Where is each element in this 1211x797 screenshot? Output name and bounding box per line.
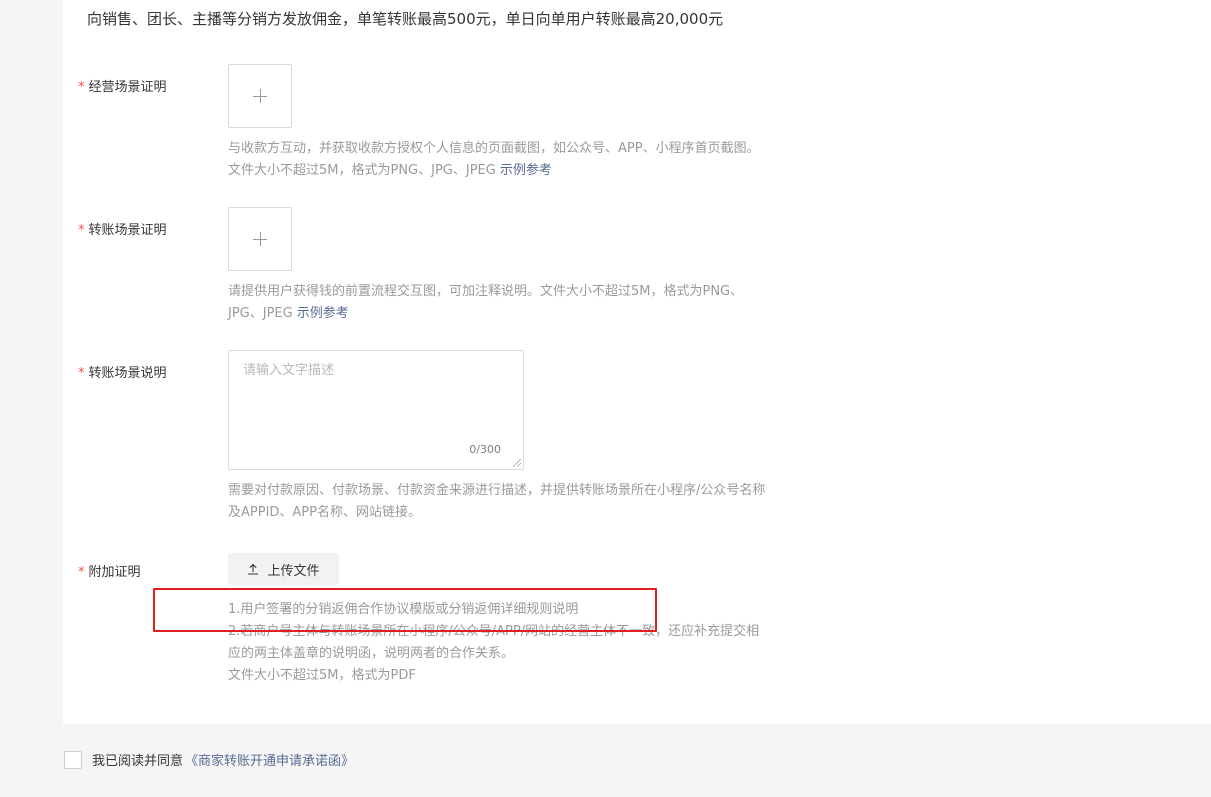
transfer-scene-proof-upload[interactable] [228, 207, 292, 271]
attachment-label: * 附加证明 [78, 565, 141, 580]
agreement-row: 我已阅读并同意 《商家转账开通申请承诺函》 [64, 750, 354, 769]
business-scene-hint: 与收款方互动，并获取收款方授权个人信息的页面截图，如公众号、APP、小程序首页截… [228, 141, 760, 178]
transfer-scene-desc-label: * 转账场景说明 [78, 366, 167, 381]
required-mark: * [78, 80, 85, 95]
transfer-scene-desc-box: 0/300 [228, 350, 524, 470]
transfer-scene-desc-hint: 需要对付款原因、付款场景、付款资金来源进行描述，并提供转账场景所在小程序/公众号… [228, 483, 766, 520]
scene-intro-text: 向销售、团长、主播等分销方发放佣金，单笔转账最高500元，单日向单用户转账最高2… [87, 10, 724, 28]
char-counter: 0/300 [469, 443, 501, 456]
required-mark: * [78, 366, 85, 381]
example-reference-link[interactable]: 示例参考 [500, 163, 552, 178]
form-card: 向销售、团长、主播等分销方发放佣金，单笔转账最高500元，单日向单用户转账最高2… [63, 0, 1211, 724]
business-scene-label: * 经营场景证明 [78, 80, 167, 95]
agreement-link[interactable]: 《商家转账开通申请承诺函》 [185, 750, 354, 769]
upload-file-button[interactable]: 上传文件 [228, 553, 339, 585]
resize-handle-icon[interactable] [513, 459, 521, 467]
attachment-hint-line3: 文件大小不超过5M，格式为PDF [228, 668, 416, 683]
business-scene-upload[interactable] [228, 64, 292, 128]
example-reference-link[interactable]: 示例参考 [297, 306, 349, 321]
upload-file-label: 上传文件 [267, 563, 320, 579]
agreement-text: 我已阅读并同意 [92, 754, 184, 769]
plus-icon [253, 232, 267, 246]
highlight-annotation-box [153, 588, 657, 632]
required-mark: * [78, 565, 85, 580]
required-mark: * [78, 223, 85, 238]
upload-arrow-icon [248, 563, 259, 575]
transfer-scene-proof-label: * 转账场景证明 [78, 223, 167, 238]
agreement-checkbox[interactable] [64, 750, 82, 769]
plus-icon [253, 89, 267, 103]
transfer-scene-proof-hint: 请提供用户获得钱的前置流程交互图，可加注释说明。文件大小不超过5M，格式为PNG… [228, 284, 744, 321]
